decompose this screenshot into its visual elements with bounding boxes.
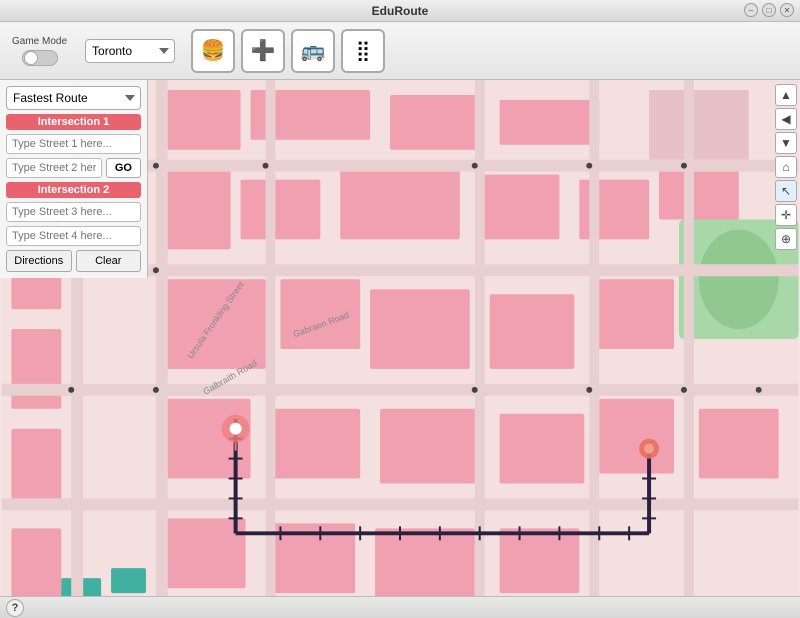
intersection2-label: Intersection 2	[6, 182, 141, 198]
move-button[interactable]: ✛	[775, 204, 797, 226]
street1-input[interactable]	[6, 134, 141, 154]
zoom-button[interactable]: ⊕	[775, 228, 797, 250]
toolbar: Game Mode Toronto Vancouver Montreal 🍔 ➕…	[0, 22, 800, 80]
bottom-bar: ?	[0, 596, 800, 618]
maximize-button[interactable]: □	[762, 3, 776, 17]
pan-down-button[interactable]: ▼	[775, 132, 797, 154]
menu-icon-button[interactable]: ⣿	[341, 29, 385, 73]
game-mode-label: Game Mode	[12, 36, 67, 47]
left-panel: Fastest Route Shortest Route Scenic Rout…	[0, 80, 148, 278]
help-button[interactable]: ?	[6, 599, 24, 617]
toggle-knob	[24, 51, 38, 65]
minimize-button[interactable]: –	[744, 3, 758, 17]
city-select[interactable]: Toronto Vancouver Montreal	[85, 39, 175, 63]
transit-icon-button[interactable]: 🚌	[291, 29, 335, 73]
cursor-button[interactable]: ↖	[775, 180, 797, 202]
window-controls: – □ ✕	[744, 3, 794, 17]
intersection1-label: Intersection 1	[6, 114, 141, 130]
window-title: EduRoute	[372, 4, 429, 18]
right-toolbar: ▲ ◀ ▼ ⌂ ↖ ✛ ⊕	[772, 80, 800, 254]
route-select-container: Fastest Route Shortest Route Scenic Rout…	[6, 86, 141, 110]
game-mode-toggle[interactable]	[22, 50, 58, 66]
home-button[interactable]: ⌂	[775, 156, 797, 178]
food-icon-button[interactable]: 🍔	[191, 29, 235, 73]
go-button[interactable]: GO	[106, 158, 141, 178]
street2-go-row: GO	[6, 158, 141, 178]
street4-input[interactable]	[6, 226, 141, 246]
route-type-select[interactable]: Fastest Route Shortest Route Scenic Rout…	[6, 86, 141, 110]
directions-button[interactable]: Directions	[6, 250, 72, 272]
title-bar: EduRoute – □ ✕	[0, 0, 800, 22]
action-row: Directions Clear	[6, 250, 141, 272]
pan-left-button[interactable]: ◀	[775, 108, 797, 130]
pan-up-button[interactable]: ▲	[775, 84, 797, 106]
street2-input[interactable]	[6, 158, 102, 178]
medical-icon-button[interactable]: ➕	[241, 29, 285, 73]
close-button[interactable]: ✕	[780, 3, 794, 17]
clear-button[interactable]: Clear	[76, 250, 142, 272]
street3-input[interactable]	[6, 202, 141, 222]
toolbar-icons: 🍔 ➕ 🚌 ⣿	[191, 29, 385, 73]
main-area: Ursula Fronkling Street Galbraith Road G…	[0, 80, 800, 618]
game-mode-section: Game Mode	[12, 36, 67, 66]
